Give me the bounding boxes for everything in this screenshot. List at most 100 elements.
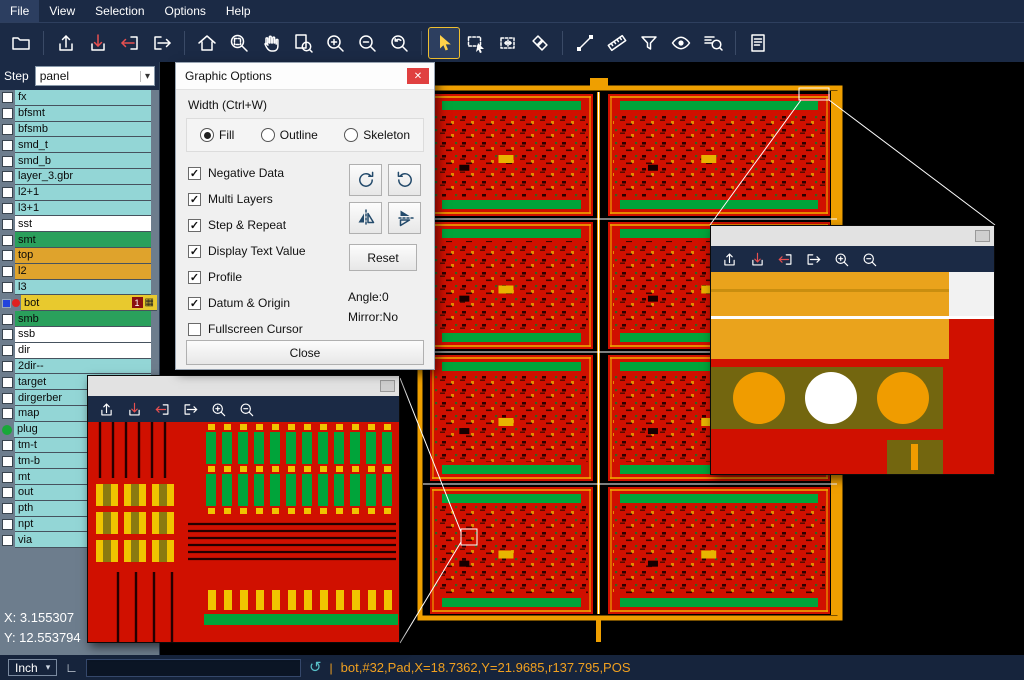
layer-name[interactable]: l2+1: [15, 185, 151, 201]
ruler-button[interactable]: [602, 28, 632, 58]
layer-name[interactable]: bfsmb: [15, 122, 151, 138]
command-input[interactable]: [86, 659, 301, 677]
layers-stack-button[interactable]: [525, 28, 555, 58]
fillmode-skeleton[interactable]: Skeleton: [344, 128, 410, 142]
unit-select[interactable]: Inch ▾: [8, 659, 57, 676]
select-rect-button[interactable]: [461, 28, 491, 58]
layer-row-top[interactable]: top: [0, 248, 159, 264]
layer-row-sst[interactable]: sst: [0, 216, 159, 232]
layer-row-fx[interactable]: fx: [0, 90, 159, 106]
option-profile[interactable]: Profile: [188, 268, 306, 286]
zoom-in-button[interactable]: [831, 249, 851, 269]
box-arrow-right-button[interactable]: [180, 399, 200, 419]
pan-hand-button[interactable]: [256, 28, 286, 58]
option-multi-layers[interactable]: Multi Layers: [188, 190, 306, 208]
layer-row-l3+1[interactable]: l3+1: [0, 201, 159, 217]
layer-name[interactable]: top: [15, 248, 151, 264]
menu-options[interactable]: Options: [155, 0, 216, 22]
box-arrow-up-button[interactable]: [51, 28, 81, 58]
layer-visibility-checkbox[interactable]: [2, 314, 13, 325]
layer-visibility-checkbox[interactable]: [2, 408, 13, 419]
zoom-in-button[interactable]: [208, 399, 228, 419]
magnifier-window-2[interactable]: [710, 225, 995, 475]
layer-visibility-checkbox[interactable]: [2, 235, 13, 246]
menu-view[interactable]: View: [39, 0, 85, 22]
fillmode-fill[interactable]: Fill: [200, 128, 234, 142]
layer-name[interactable]: bot1▦: [21, 295, 157, 311]
rotate-cw-button[interactable]: [349, 164, 382, 196]
layer-name[interactable]: smt: [15, 232, 151, 248]
layer-row-l2[interactable]: l2: [0, 264, 159, 280]
zoom-in-button[interactable]: [320, 28, 350, 58]
ortho-mode-icon[interactable]: ∟: [65, 660, 78, 675]
close-icon[interactable]: ✕: [407, 68, 429, 84]
layer-name[interactable]: bfsmt: [15, 106, 151, 122]
layer-name[interactable]: sst: [15, 216, 151, 232]
layer-visibility-checkbox[interactable]: [2, 361, 13, 372]
zoom-out-button[interactable]: [859, 249, 879, 269]
box-arrow-left-button[interactable]: [775, 249, 795, 269]
box-arrow-left-button[interactable]: [152, 399, 172, 419]
zoom-out-button[interactable]: [352, 28, 382, 58]
box-arrow-left-button[interactable]: [115, 28, 145, 58]
option-negative-data[interactable]: Negative Data: [188, 164, 306, 182]
report-button[interactable]: [743, 28, 773, 58]
layer-row-l2+1[interactable]: l2+1: [0, 185, 159, 201]
layer-visibility-checkbox[interactable]: [2, 156, 13, 167]
zoom-out-button[interactable]: [236, 399, 256, 419]
zoom-area-button[interactable]: [224, 28, 254, 58]
box-arrow-down-button[interactable]: [747, 249, 767, 269]
option-fullscreen-cursor[interactable]: Fullscreen Cursor: [188, 320, 306, 338]
magnifier1-view[interactable]: [88, 422, 399, 642]
menu-selection[interactable]: Selection: [85, 0, 154, 22]
layer-name[interactable]: l3+1: [15, 201, 151, 217]
layer-visibility-checkbox[interactable]: [2, 124, 13, 135]
layer-name[interactable]: dir: [15, 343, 151, 359]
layer-visibility-checkbox[interactable]: [2, 171, 13, 182]
layer-row-2dir--[interactable]: 2dir--: [0, 359, 159, 375]
box-arrow-down-button[interactable]: [83, 28, 113, 58]
layer-visibility-checkbox[interactable]: [2, 219, 13, 230]
layer-visibility-checkbox[interactable]: [2, 487, 13, 498]
window-button-icon[interactable]: [380, 380, 395, 392]
line-tool-button[interactable]: [570, 28, 600, 58]
layer-visibility-checkbox[interactable]: [2, 535, 13, 546]
box-arrow-down-button[interactable]: [124, 399, 144, 419]
box-arrow-up-button[interactable]: [719, 249, 739, 269]
select-pointer-button[interactable]: [429, 28, 459, 58]
refresh-icon[interactable]: ↺: [309, 660, 322, 675]
rotate-ccw-button[interactable]: [388, 164, 421, 196]
layer-name[interactable]: smd_b: [15, 153, 151, 169]
menu-file[interactable]: File: [0, 0, 39, 22]
layer-row-ssb[interactable]: ssb: [0, 327, 159, 343]
layer-visibility-checkbox[interactable]: [2, 187, 13, 198]
mirror-horizontal-button[interactable]: [349, 202, 382, 234]
find-pattern-button[interactable]: [698, 28, 728, 58]
layer-visibility-checkbox[interactable]: [2, 282, 13, 293]
zoom-drag-button[interactable]: [288, 28, 318, 58]
menu-help[interactable]: Help: [216, 0, 261, 22]
step-dropdown[interactable]: panel ▾: [35, 66, 155, 86]
layer-row-dir[interactable]: dir: [0, 343, 159, 359]
magnifier2-view[interactable]: [711, 272, 994, 474]
magnifier-window-1[interactable]: [87, 375, 400, 643]
layer-visibility-checkbox[interactable]: [2, 519, 13, 530]
layer-visibility-checkbox[interactable]: [2, 440, 13, 451]
layer-name[interactable]: 2dir--: [15, 359, 151, 375]
layer-visibility-checkbox[interactable]: [2, 250, 13, 261]
layer-name[interactable]: smb: [15, 311, 151, 327]
layer-row-layer_3.gbr[interactable]: layer_3.gbr: [0, 169, 159, 185]
layer-row-smd_b[interactable]: smd_b: [0, 153, 159, 169]
zoom-previous-button[interactable]: [384, 28, 414, 58]
home-button[interactable]: [192, 28, 222, 58]
layer-row-bfsmt[interactable]: bfsmt: [0, 106, 159, 122]
layer-name[interactable]: fx: [15, 90, 151, 106]
mirror-vertical-button[interactable]: [388, 202, 421, 234]
open-folder-button[interactable]: [6, 28, 36, 58]
layer-visibility-checkbox[interactable]: [2, 503, 13, 514]
layer-visibility-checkbox[interactable]: [2, 456, 13, 467]
dialog-titlebar[interactable]: Graphic Options ✕: [176, 63, 434, 90]
layer-visibility-checkbox[interactable]: [2, 345, 13, 356]
layer-row-l3[interactable]: l3: [0, 280, 159, 296]
box-arrow-right-button[interactable]: [147, 28, 177, 58]
